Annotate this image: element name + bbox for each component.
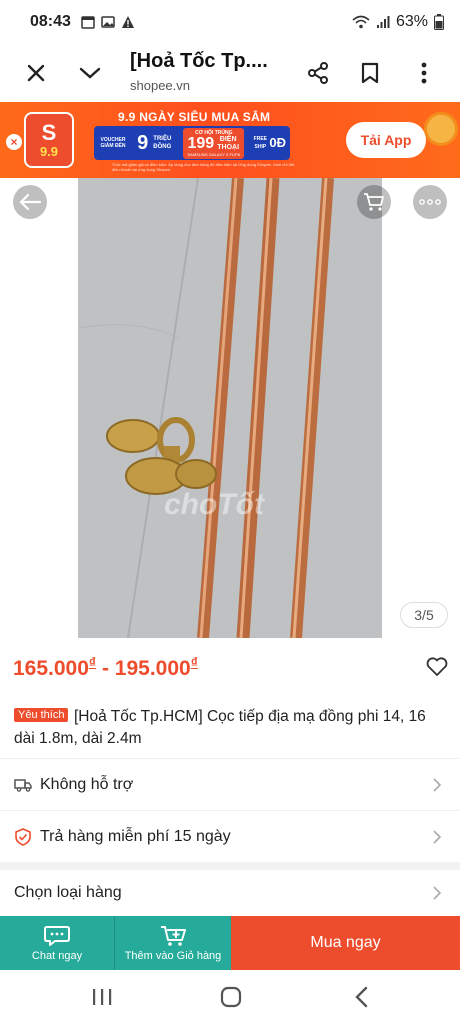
favorite-button[interactable] — [424, 654, 450, 680]
cart-button[interactable] — [357, 185, 391, 219]
app-install-banner[interactable]: × S 9.9 9.9 NGÀY SIÊU MUA SẮM VOUCHER GI… — [0, 102, 460, 178]
currency-symbol: ₫ — [190, 654, 198, 670]
more-vert-icon — [421, 62, 427, 84]
share-icon — [308, 62, 328, 84]
wifi-icon — [352, 15, 370, 29]
arrow-left-icon — [19, 193, 41, 211]
voucher-unit: TRIỆU ĐỒNG — [153, 136, 172, 150]
close-button[interactable] — [14, 51, 58, 95]
shipping-text: Không hỗ trợ — [40, 775, 134, 793]
signal-icon — [376, 16, 390, 28]
warning-icon — [121, 16, 134, 28]
voucher-label: VOUCHER GIẢM ĐẾN — [100, 137, 126, 149]
shipping-row[interactable]: Không hỗ trợ — [0, 758, 460, 810]
gallery-back-button[interactable] — [13, 185, 47, 219]
more-options-button[interactable] — [402, 51, 446, 95]
chat-label: Chat ngay — [31, 950, 83, 962]
chevron-down-icon — [79, 67, 101, 79]
truck-icon — [14, 776, 32, 794]
price-separator: - — [101, 657, 109, 680]
browser-toolbar: [Hoả Tốc Tp.... shopee.vn — [0, 44, 460, 102]
product-title: [Hoả Tốc Tp.HCM] Cọc tiếp địa mạ đồng ph… — [14, 708, 426, 747]
logo-number: 9.9 — [39, 143, 59, 159]
return-policy-row[interactable]: Trả hàng miễn phí 15 ngày — [0, 810, 460, 862]
more-horiz-icon — [419, 199, 441, 205]
cart-plus-icon — [161, 926, 186, 946]
image-counter: 3/5 — [400, 602, 448, 628]
price-section: 165.000₫ - 195.000₫ — [0, 654, 460, 698]
bottom-action-bar: Chat ngay Thêm vào Giỏ hàng Mua ngay — [0, 916, 460, 970]
cart-icon — [364, 193, 384, 211]
variant-select-text: Chọn loại hàng — [14, 884, 122, 901]
page-url: shopee.vn — [130, 78, 190, 93]
shield-check-icon — [14, 827, 32, 846]
gallery-more-button[interactable] — [413, 185, 447, 219]
back-icon[interactable] — [352, 986, 372, 1008]
shopee-logo: S 9.9 — [24, 112, 74, 168]
status-bar: 08:43 63% — [0, 0, 460, 44]
product-photo[interactable]: choTốt — [78, 178, 382, 638]
add-to-cart-label: Thêm vào Giỏ hàng — [124, 950, 222, 962]
phones-unit: ĐIỆN THOẠI — [217, 135, 240, 151]
voucher-value: 9 — [137, 132, 149, 154]
watermark: choTốt — [164, 488, 264, 521]
share-button[interactable] — [296, 51, 340, 95]
chevron-right-icon — [430, 829, 444, 844]
price-min: 165.000 — [13, 657, 89, 680]
product-image — [78, 178, 382, 638]
battery-icon — [434, 14, 444, 30]
chevron-right-icon — [430, 777, 444, 792]
chat-icon — [44, 926, 70, 946]
product-gallery[interactable]: choTốt 3/5 — [0, 178, 460, 654]
heart-icon — [426, 657, 448, 676]
promo-strip: VOUCHER GIẢM ĐẾN 9 TRIỆU ĐỒNG CƠ HỘI TRÚ… — [94, 126, 290, 160]
return-policy-text: Trả hàng miễn phí 15 ngày — [40, 827, 231, 845]
banner-headline: 9.9 NGÀY SIÊU MUA SẮM — [118, 110, 271, 124]
page-title: [Hoả Tốc Tp.... — [130, 50, 268, 72]
recents-icon[interactable] — [90, 986, 114, 1008]
phones-value: 199 — [187, 134, 215, 152]
home-icon[interactable] — [220, 986, 242, 1008]
product-title-section: Yêu thích [Hoả Tốc Tp.HCM] Cọc tiếp địa … — [0, 702, 460, 758]
coin-decoration — [424, 112, 458, 146]
bookmark-icon — [361, 62, 379, 84]
ship-label: FREE SHIP — [253, 136, 268, 150]
phones-model: SAMSUNG GALAXY Z FLIP6 — [187, 151, 241, 157]
price-max: 195.000 — [114, 657, 191, 680]
banner-fine-print: *Các mã giảm giá có điều kiện. Áp dụng c… — [112, 162, 294, 172]
section-divider — [0, 862, 460, 870]
banner-close-button[interactable]: × — [6, 134, 22, 150]
bookmark-button[interactable] — [348, 51, 392, 95]
system-navigation-bar — [0, 970, 460, 1024]
minimize-button[interactable] — [68, 51, 112, 95]
install-app-button[interactable]: Tải App — [346, 122, 426, 158]
battery-percent: 63% — [395, 13, 428, 30]
currency-symbol: ₫ — [88, 654, 97, 670]
chevron-right-icon — [430, 886, 444, 900]
status-time: 08:43 — [30, 13, 71, 30]
buy-now-button[interactable]: Mua ngay — [231, 916, 460, 970]
add-to-cart-button[interactable]: Thêm vào Giỏ hàng — [115, 916, 231, 970]
image-icon — [101, 16, 115, 28]
close-icon — [27, 64, 45, 82]
price-range: 165.000₫ - 195.000₫ — [13, 654, 198, 681]
ship-value: 0Đ — [269, 135, 286, 150]
calendar-icon — [81, 16, 95, 29]
chat-button[interactable]: Chat ngay — [0, 916, 115, 970]
variant-select-row[interactable]: Chọn loại hàng — [0, 870, 460, 916]
